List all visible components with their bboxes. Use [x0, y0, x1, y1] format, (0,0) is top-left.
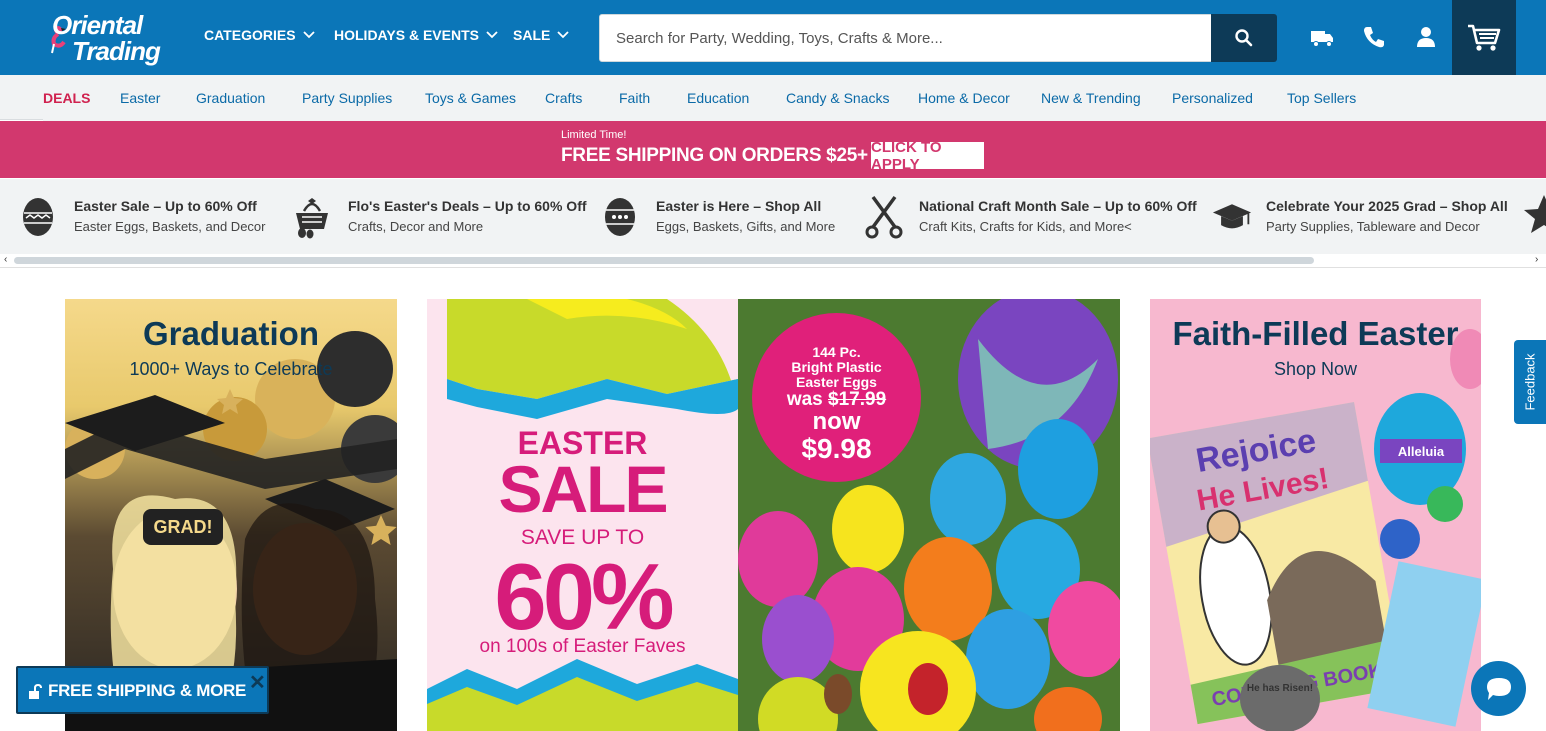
scissors-icon: [865, 195, 903, 239]
badge-was: was: [786, 389, 823, 410]
category-candy-snacks[interactable]: Candy & Snacks: [786, 90, 890, 106]
scroll-right-icon[interactable]: ›: [1535, 254, 1538, 265]
logo-line2: Trading: [72, 36, 161, 66]
easter-sale-banner[interactable]: EASTER SALE SAVE UP TO 60% on 100s of Ea…: [427, 299, 1120, 731]
stone-label: He has Risen!: [1247, 683, 1313, 694]
nav-categories[interactable]: CATEGORIES: [204, 27, 316, 43]
chevron-down-icon: [302, 31, 315, 39]
easter-egg-icon: [605, 198, 635, 236]
deal-subtitle: Eggs, Baskets, Gifts, and More: [656, 219, 836, 234]
deal-title: Celebrate Your 2025 Grad – Shop All: [1266, 198, 1508, 214]
search-button[interactable]: [1211, 14, 1277, 62]
free-shipping-label: FREE SHIPPING & MORE: [48, 681, 247, 700]
badge-line1: 144 Pc. Bright Plastic Easter Eggs: [752, 345, 921, 390]
easter-sale-percent: 60%: [494, 544, 674, 649]
phone-icon[interactable]: [1361, 24, 1387, 50]
category-nav: DEALS Easter Graduation Party Supplies T…: [0, 75, 1546, 165]
easter-egg-icon: [23, 198, 53, 236]
promo-banner[interactable]: Limited Time! FREE SHIPPING ON ORDERS $2…: [0, 121, 1546, 178]
deal-title: Easter Sale – Up to 60% Off: [74, 198, 257, 214]
deal-subtitle: Crafts, Decor and More: [348, 219, 484, 234]
header: Oriental Trading CATEGORIES HOLIDAYS & E…: [0, 0, 1546, 75]
category-crafts[interactable]: Crafts: [545, 90, 582, 106]
page: Oriental Trading CATEGORIES HOLIDAYS & E…: [0, 0, 1546, 731]
deal-subtitle: Party Supplies, Tableware and Decor: [1266, 219, 1480, 234]
faith-easter-banner[interactable]: Rejoice He Lives! COLORING BOOK Alleluia…: [1150, 299, 1481, 731]
account-icon[interactable]: [1413, 24, 1439, 50]
badge-old-price: $17.99: [828, 389, 887, 410]
unlock-icon: [29, 684, 42, 699]
nav-categories-label: CATEGORIES: [204, 27, 296, 43]
easter-eggs-photo-panel: 144 Pc. Bright Plastic Easter Eggs was $…: [738, 299, 1120, 731]
price-badge: 144 Pc. Bright Plastic Easter Eggs was $…: [752, 313, 921, 482]
category-education[interactable]: Education: [687, 90, 749, 106]
easter-sale-line5: on 100s of Easter Faves: [479, 636, 686, 657]
chat-bubble-icon: [1486, 677, 1511, 700]
chat-button[interactable]: [1471, 661, 1526, 716]
category-easter[interactable]: Easter: [120, 90, 160, 106]
deals-strip: Easter Sale – Up to 60% Off Easter Eggs,…: [0, 179, 1546, 254]
category-new-trending[interactable]: New & Trending: [1041, 90, 1141, 106]
category-toys-games[interactable]: Toys & Games: [425, 90, 516, 106]
search-icon: [1235, 29, 1253, 47]
chevron-down-icon: [486, 31, 498, 39]
egg-label: Alleluia: [1398, 444, 1445, 459]
cart-icon: [1468, 24, 1501, 51]
deal-title: National Craft Month Sale – Up to 60% Of…: [919, 198, 1197, 214]
free-shipping-widget[interactable]: FREE SHIPPING & MORE ✕: [16, 666, 269, 714]
faith-subtitle: Shop Now: [1273, 359, 1358, 379]
deal-subtitle: Easter Eggs, Baskets, and Decor: [74, 219, 266, 234]
easter-sale-line2: SALE: [498, 452, 668, 526]
logo[interactable]: Oriental Trading: [42, 8, 172, 68]
nav-holidays-label: HOLIDAYS & EVENTS: [334, 27, 479, 43]
category-party-supplies[interactable]: Party Supplies: [302, 90, 392, 106]
search-input[interactable]: [600, 15, 1210, 61]
click-to-apply-button[interactable]: CLICK TO APPLY: [871, 139, 984, 173]
badge-price: $9.98: [801, 433, 872, 464]
truck-icon[interactable]: [1309, 24, 1335, 50]
deals-scrollbar[interactable]: ‹ ›: [0, 254, 1546, 268]
basket-icon: [296, 198, 328, 239]
nav-sale[interactable]: SALE: [513, 27, 570, 43]
scroll-left-icon[interactable]: ‹: [4, 254, 7, 265]
grad-cap-icon: [1212, 204, 1252, 229]
badge-text-1: 144 Pc.: [812, 344, 861, 360]
graduation-subtitle: 1000+ Ways to Celebrate: [129, 359, 333, 379]
nav-sale-label: SALE: [513, 27, 551, 43]
scroll-thumb[interactable]: [14, 257, 1314, 264]
category-personalized[interactable]: Personalized: [1172, 90, 1253, 106]
category-faith[interactable]: Faith: [619, 90, 650, 106]
category-top-sellers[interactable]: Top Sellers: [1287, 90, 1356, 106]
nav-holidays-events[interactable]: HOLIDAYS & EVENTS: [334, 27, 499, 43]
deal-title: Easter is Here – Shop All: [656, 198, 822, 214]
feedback-label: Feedback: [1522, 353, 1538, 411]
feedback-tab[interactable]: Feedback: [1514, 340, 1546, 424]
deal-subtitle: Craft Kits, Crafts for Kids, and More<: [919, 219, 1132, 234]
promo-small-text: Limited Time!: [561, 129, 627, 141]
deal-title: Flo's Easter's Deals – Up to 60% Off: [348, 198, 587, 214]
category-graduation[interactable]: Graduation: [196, 90, 265, 106]
badge-now: now: [812, 408, 861, 435]
category-home-decor[interactable]: Home & Decor: [918, 90, 1010, 106]
faith-title: Faith-Filled Easter: [1172, 315, 1459, 352]
easter-sale-text-panel: EASTER SALE SAVE UP TO 60% on 100s of Ea…: [427, 299, 738, 731]
close-icon[interactable]: ✕: [249, 670, 266, 695]
search-box: [599, 14, 1277, 62]
badge-text-2: Bright Plastic: [791, 359, 882, 375]
graduation-title: Graduation: [142, 315, 319, 352]
star-icon: [1524, 195, 1546, 233]
grad-sign-text: GRAD!: [154, 517, 213, 537]
chevron-down-icon: [557, 31, 569, 39]
cart-button[interactable]: [1452, 0, 1516, 75]
badge-text-3: Easter Eggs: [796, 374, 877, 390]
promo-headline: FREE SHIPPING ON ORDERS $25+: [561, 145, 868, 166]
